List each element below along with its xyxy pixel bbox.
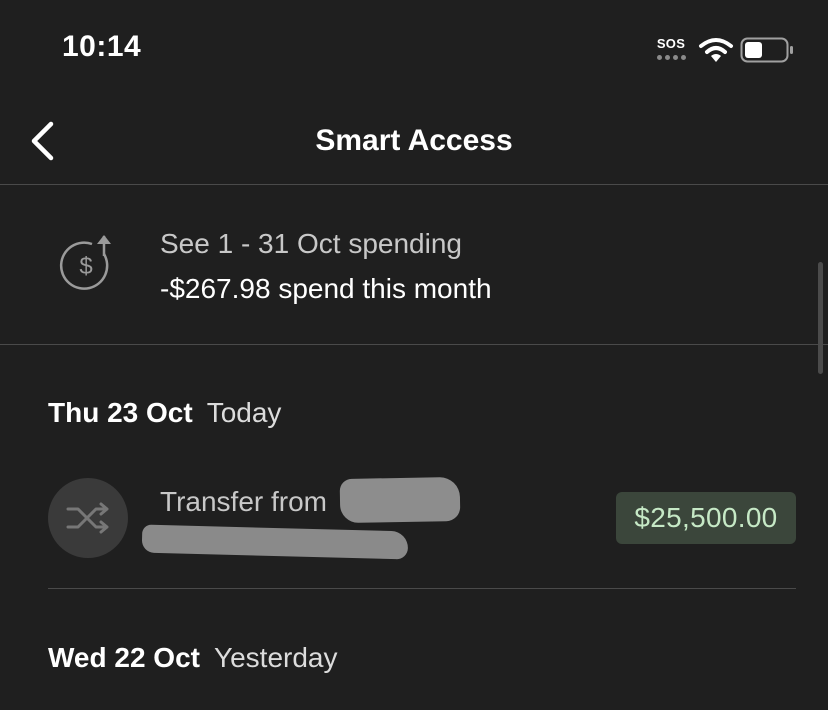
svg-text:$: $ bbox=[79, 253, 92, 280]
date-label: Thu 23 Oct bbox=[48, 397, 193, 428]
sos-indicator: SOS bbox=[654, 37, 688, 63]
transaction-amount-badge: $25,500.00 bbox=[616, 492, 796, 544]
redaction-mark bbox=[141, 524, 409, 560]
date-label: Wed 22 Oct bbox=[48, 642, 200, 673]
battery-icon bbox=[740, 37, 793, 63]
summary-divider bbox=[0, 344, 828, 345]
shuffle-icon bbox=[66, 502, 109, 534]
dollar-cycle-icon: $ bbox=[59, 235, 111, 290]
spending-period-label: See 1 - 31 Oct spending bbox=[160, 228, 462, 259]
transaction-divider bbox=[48, 588, 796, 589]
screen: 10:14 SOS Smart Access $ See 1 - 31 Oct … bbox=[0, 0, 828, 710]
date-header-today: Thu 23 Oct Today bbox=[48, 397, 281, 429]
header-divider bbox=[0, 184, 828, 185]
sos-label: SOS bbox=[656, 36, 686, 51]
status-time: 10:14 bbox=[62, 30, 142, 63]
transaction-label: Transfer from bbox=[160, 486, 327, 517]
spending-total-label: -$267.98 spend this month bbox=[160, 273, 492, 304]
date-header-yesterday: Wed 22 Oct Yesterday bbox=[48, 642, 337, 674]
signal-dots-icon bbox=[654, 55, 688, 60]
spending-summary-row[interactable]: $ See 1 - 31 Oct spending -$267.98 spend… bbox=[0, 186, 828, 344]
transaction-icon-circle bbox=[48, 478, 128, 558]
redaction-mark bbox=[339, 476, 461, 524]
relative-date-label: Today bbox=[206, 397, 282, 428]
page-title: Smart Access bbox=[315, 124, 513, 157]
transaction-row[interactable]: Transfer from $25,500.00 bbox=[0, 470, 828, 570]
scrollbar[interactable] bbox=[818, 262, 823, 374]
relative-date-label: Yesterday bbox=[213, 642, 338, 673]
wifi-icon bbox=[699, 38, 733, 62]
